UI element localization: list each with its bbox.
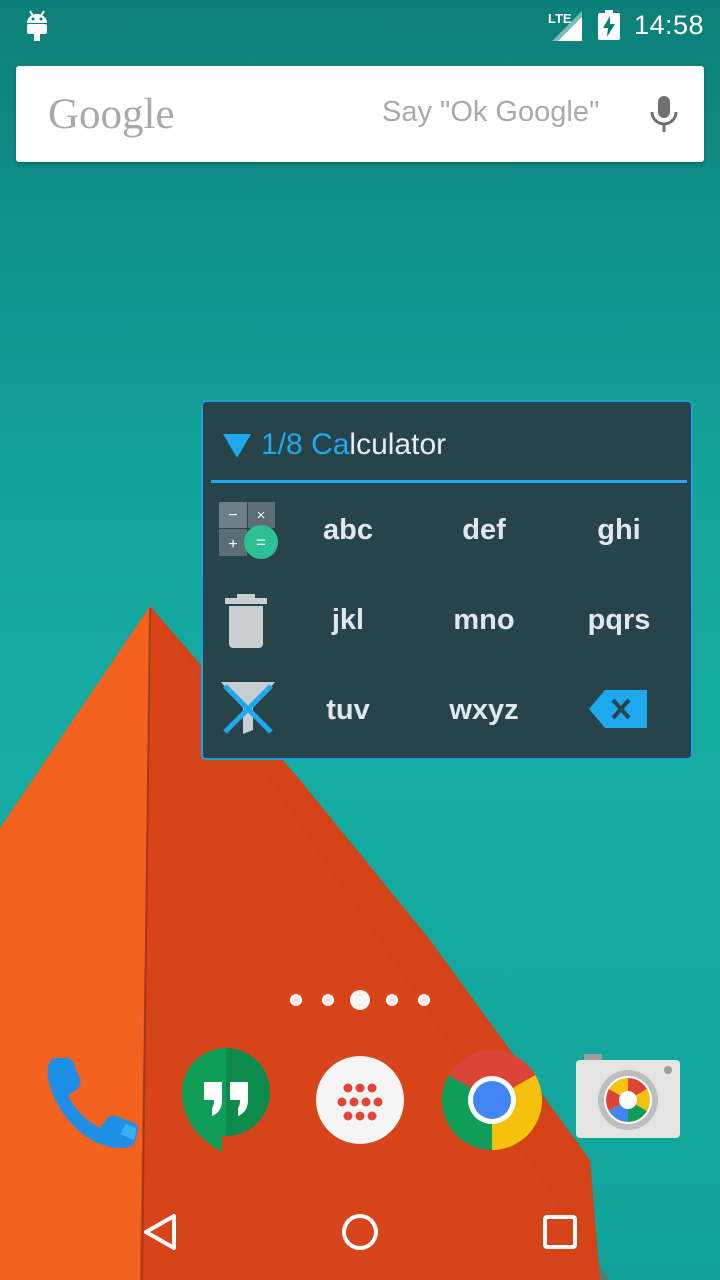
page-dot-5[interactable] bbox=[418, 994, 430, 1006]
battery-charging-icon bbox=[598, 10, 620, 40]
navigation-bar bbox=[0, 1184, 720, 1280]
status-bar: LTE 14:58 bbox=[0, 0, 720, 50]
widget-header[interactable]: 1/8 Calculator bbox=[203, 402, 695, 486]
t9-key-6[interactable]: mno bbox=[424, 580, 544, 660]
collapse-triangle-icon[interactable] bbox=[223, 434, 251, 458]
phone-icon[interactable] bbox=[42, 1050, 142, 1150]
t9-key-2[interactable]: abc bbox=[288, 490, 408, 570]
camera-icon[interactable] bbox=[574, 1052, 682, 1140]
page-dot-3-active[interactable] bbox=[350, 990, 370, 1010]
page-dot-1[interactable] bbox=[290, 994, 302, 1006]
t9-key-7[interactable]: pqrs bbox=[559, 580, 679, 660]
hangouts-icon[interactable] bbox=[180, 1046, 272, 1152]
t9-search-widget: 1/8 Calculator − × + = abc def ghi jkl m… bbox=[201, 400, 693, 760]
app-drawer-icon[interactable] bbox=[314, 1054, 406, 1146]
page-dot-2[interactable] bbox=[322, 994, 334, 1006]
svg-text:+: + bbox=[228, 536, 237, 553]
widget-divider bbox=[211, 480, 687, 483]
filter-off-icon[interactable] bbox=[219, 680, 277, 736]
t9-key-9[interactable]: wxyz bbox=[424, 670, 544, 750]
clock: 14:58 bbox=[634, 10, 705, 40]
t9-key-8[interactable]: tuv bbox=[288, 670, 408, 750]
svg-text:−: − bbox=[228, 507, 237, 524]
back-icon[interactable] bbox=[130, 1202, 190, 1262]
widget-title: 1/8 Calculator bbox=[261, 428, 446, 462]
svg-text:×: × bbox=[257, 507, 266, 524]
title-match: Ca bbox=[311, 428, 350, 461]
t9-key-5[interactable]: jkl bbox=[288, 580, 408, 660]
home-icon[interactable] bbox=[330, 1202, 390, 1262]
t9-key-4[interactable]: ghi bbox=[559, 490, 679, 570]
page-indicator bbox=[290, 990, 430, 1010]
page-dot-4[interactable] bbox=[386, 994, 398, 1006]
calculator-icon[interactable]: − × + = bbox=[217, 500, 279, 562]
search-hint[interactable]: Say "Ok Google" bbox=[382, 96, 599, 129]
result-counter: 1/8 bbox=[261, 428, 303, 461]
title-rest: lculator bbox=[349, 428, 447, 461]
trash-icon[interactable] bbox=[221, 592, 271, 648]
signal-icon bbox=[552, 11, 582, 41]
mic-icon[interactable] bbox=[646, 94, 682, 134]
google-search-bar[interactable]: Google Say "Ok Google" bbox=[16, 66, 704, 162]
svg-text:=: = bbox=[256, 533, 266, 552]
google-logo: Google bbox=[48, 91, 175, 138]
backspace-icon[interactable] bbox=[589, 690, 649, 728]
android-notification-icon bbox=[27, 10, 47, 41]
t9-key-3[interactable]: def bbox=[424, 490, 544, 570]
recents-icon[interactable] bbox=[530, 1202, 590, 1262]
chrome-icon[interactable] bbox=[440, 1048, 544, 1152]
